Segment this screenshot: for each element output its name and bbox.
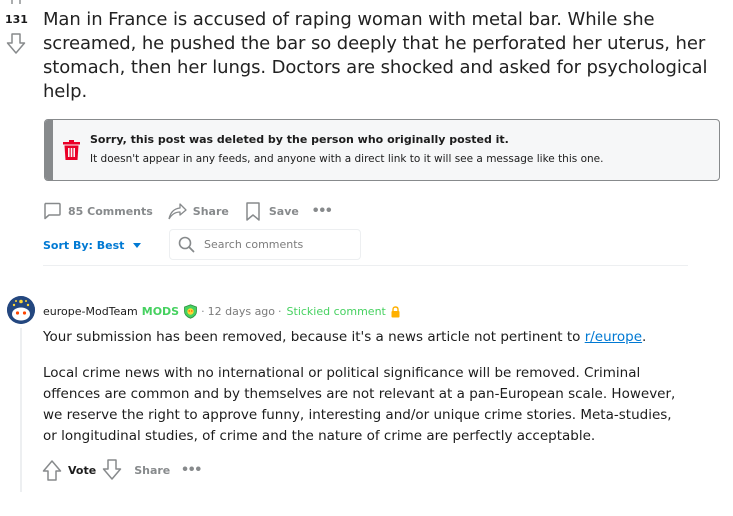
comment-paragraph-1: Your submission has been removed, becaus… xyxy=(43,327,683,348)
comment-author[interactable]: europe-ModTeam xyxy=(43,305,138,318)
vote-count: 131 xyxy=(5,13,28,26)
avatar[interactable] xyxy=(7,296,35,324)
search-comments xyxy=(169,229,361,260)
comment-time[interactable]: 12 days ago xyxy=(208,305,275,318)
upvote-arrow-icon[interactable] xyxy=(42,459,62,481)
comment-body: Your submission has been removed, becaus… xyxy=(43,327,683,462)
stickied-label: Stickied comment xyxy=(286,305,386,318)
comment-meta: europe-ModTeam MODS · 12 days ago · Stic… xyxy=(43,304,401,319)
thread-line[interactable] xyxy=(20,328,22,492)
share-icon xyxy=(168,203,187,220)
trash-icon xyxy=(63,140,80,160)
comments-button[interactable]: 85 Comments xyxy=(42,201,153,221)
chevron-down-icon xyxy=(133,243,142,248)
meta-separator: · xyxy=(278,305,282,318)
comment-paragraph-2: Local crime news with no international o… xyxy=(43,365,676,444)
deleted-post-notice: Sorry, this post was deleted by the pers… xyxy=(44,119,720,181)
comment-icon xyxy=(44,202,61,220)
search-icon xyxy=(178,236,195,253)
downvote-arrow-icon[interactable] xyxy=(102,459,122,481)
share-button[interactable]: Share xyxy=(167,201,229,221)
comment-share-button[interactable]: Share xyxy=(134,464,170,477)
sort-label: Sort By: Best xyxy=(43,239,125,252)
save-button[interactable]: Save xyxy=(243,201,299,221)
mod-shield-icon xyxy=(184,304,198,319)
sort-dropdown[interactable]: Sort By: Best xyxy=(43,239,142,252)
lock-icon xyxy=(391,305,400,317)
more-options-icon[interactable]: ••• xyxy=(313,202,333,220)
mods-badge: MODS xyxy=(141,305,180,318)
subreddit-link[interactable]: r/europe xyxy=(585,329,642,345)
save-label: Save xyxy=(268,204,299,218)
downvote-arrow-icon[interactable] xyxy=(6,33,26,55)
comment-action-bar: Vote Share ••• xyxy=(42,458,202,482)
comments-label: 85 Comments xyxy=(68,204,153,218)
notice-stripe xyxy=(45,120,53,180)
upvote-arrow-icon[interactable] xyxy=(9,0,23,4)
bookmark-icon xyxy=(246,202,260,221)
post-title: Man in France is accused of raping woman… xyxy=(43,9,708,102)
search-input[interactable] xyxy=(204,238,354,251)
notice-title: Sorry, this post was deleted by the pers… xyxy=(90,133,509,146)
comment-text: Your submission has been removed, becaus… xyxy=(43,329,585,345)
more-options-icon[interactable]: ••• xyxy=(182,461,202,479)
snoo-avatar-icon xyxy=(7,296,35,324)
share-label: Share xyxy=(192,204,229,218)
comment-text: . xyxy=(642,329,647,345)
divider xyxy=(43,265,688,266)
meta-separator: · xyxy=(201,305,205,318)
notice-subtitle: It doesn't appear in any feeds, and anyo… xyxy=(90,153,604,165)
post-action-bar: 85 Comments Share Save ••• xyxy=(42,199,333,223)
vote-label: Vote xyxy=(68,463,97,477)
